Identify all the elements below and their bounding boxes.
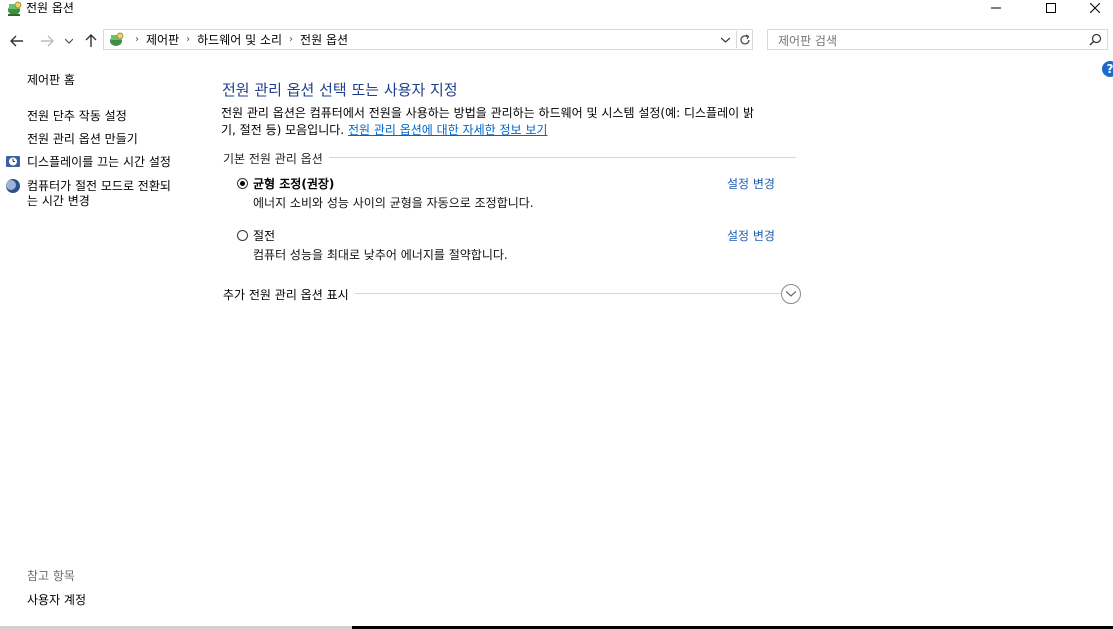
control-panel-home-link[interactable]: 제어판 홈 xyxy=(27,72,75,88)
breadcrumb-separator-icon[interactable]: › xyxy=(289,34,293,45)
power-options-icon xyxy=(8,1,22,16)
window-title: 전원 옵션 xyxy=(26,1,74,15)
display-off-time-link[interactable]: 디스플레이를 끄는 시간 설정 xyxy=(27,154,171,170)
more-plans-label[interactable]: 추가 전원 관리 옵션 표시 xyxy=(223,286,355,303)
plan-balanced-description: 에너지 소비와 성능 사이의 균형을 자동으로 조정합니다. xyxy=(253,196,534,210)
recent-locations-button[interactable] xyxy=(63,32,75,50)
chevron-down-icon xyxy=(720,37,730,43)
breadcrumb-item-control-panel[interactable]: 제어판 xyxy=(146,31,179,48)
sleep-mode-icon xyxy=(6,179,20,193)
minimize-icon xyxy=(991,7,1001,9)
refresh-button[interactable] xyxy=(736,31,753,48)
breadcrumb-separator-icon[interactable]: › xyxy=(186,34,190,45)
arrow-left-icon xyxy=(10,35,23,47)
control-panel-icon xyxy=(110,32,124,46)
help-glyph: ? xyxy=(1106,62,1113,76)
search-input[interactable]: 제어판 검색 xyxy=(778,32,837,49)
refresh-icon xyxy=(740,33,750,44)
maximize-icon xyxy=(1046,3,1056,13)
breadcrumb-item-hardware-sound[interactable]: 하드웨어 및 소리 xyxy=(197,31,282,48)
forward-button[interactable] xyxy=(38,32,56,50)
plan-power-saver-name[interactable]: 절전 xyxy=(253,227,275,244)
search-box[interactable]: 제어판 검색 xyxy=(767,29,1108,50)
arrow-right-icon xyxy=(41,35,54,47)
plan-power-saver-description: 컴퓨터 성능을 최대로 낮추어 에너지를 절약합니다. xyxy=(253,248,508,262)
create-power-plan-link[interactable]: 전원 관리 옵션 만들기 xyxy=(27,131,138,147)
chevron-down-icon xyxy=(65,38,73,44)
search-icon[interactable] xyxy=(1089,33,1102,46)
plan-balanced-radio[interactable] xyxy=(237,178,248,189)
back-button[interactable] xyxy=(8,32,26,50)
address-bar[interactable]: › 제어판 › 하드웨어 및 소리 › 전원 옵션 xyxy=(103,29,753,50)
plan-balanced-change-settings-link[interactable]: 설정 변경 xyxy=(727,175,775,192)
minimize-button[interactable] xyxy=(973,0,1019,16)
power-button-settings-link[interactable]: 전원 단추 작동 설정 xyxy=(27,108,127,124)
breadcrumb-separator-icon: › xyxy=(135,34,139,45)
expand-more-plans-button[interactable] xyxy=(781,284,801,304)
user-accounts-link[interactable]: 사용자 계정 xyxy=(27,591,86,608)
close-icon xyxy=(1090,3,1100,13)
close-button[interactable] xyxy=(1072,0,1113,16)
breadcrumb-item-power-options[interactable]: 전원 옵션 xyxy=(300,31,348,48)
plan-balanced-name[interactable]: 균형 조정(권장) xyxy=(253,175,334,192)
chevron-down-icon xyxy=(786,291,796,297)
sleep-time-link-line2[interactable]: 는 시간 변경 xyxy=(27,193,90,209)
display-timeout-icon xyxy=(6,156,20,167)
see-also-label: 참고 항목 xyxy=(27,569,75,583)
maximize-button[interactable] xyxy=(1028,0,1074,16)
title-bar: 전원 옵션 xyxy=(0,0,1113,28)
description-line1: 전원 관리 옵션은 컴퓨터에서 전원을 사용하는 방법을 관리하는 하드웨어 및… xyxy=(221,106,755,120)
page-title: 전원 관리 옵션 선택 또는 사용자 지정 xyxy=(222,81,458,99)
plan-power-saver-change-settings-link[interactable]: 설정 변경 xyxy=(727,227,775,244)
group-label: 기본 전원 관리 옵션 xyxy=(223,150,329,167)
arrow-up-icon xyxy=(85,34,97,47)
up-button[interactable] xyxy=(82,32,100,50)
page-description: 전원 관리 옵션은 컴퓨터에서 전원을 사용하는 방법을 관리하는 하드웨어 및… xyxy=(221,105,801,139)
description-line2: 기, 절전 등) 모음입니다. xyxy=(221,123,348,137)
sleep-time-link-line1[interactable]: 컴퓨터가 절전 모드로 전환되 xyxy=(27,178,171,194)
help-icon[interactable]: ? xyxy=(1102,61,1113,77)
power-plan-info-link[interactable]: 전원 관리 옵션에 대한 자세한 정보 보기 xyxy=(348,123,548,137)
plan-power-saver-radio[interactable] xyxy=(237,230,248,241)
address-dropdown-button[interactable] xyxy=(718,32,732,47)
breadcrumb: › 제어판 › 하드웨어 및 소리 › 전원 옵션 xyxy=(128,30,348,49)
